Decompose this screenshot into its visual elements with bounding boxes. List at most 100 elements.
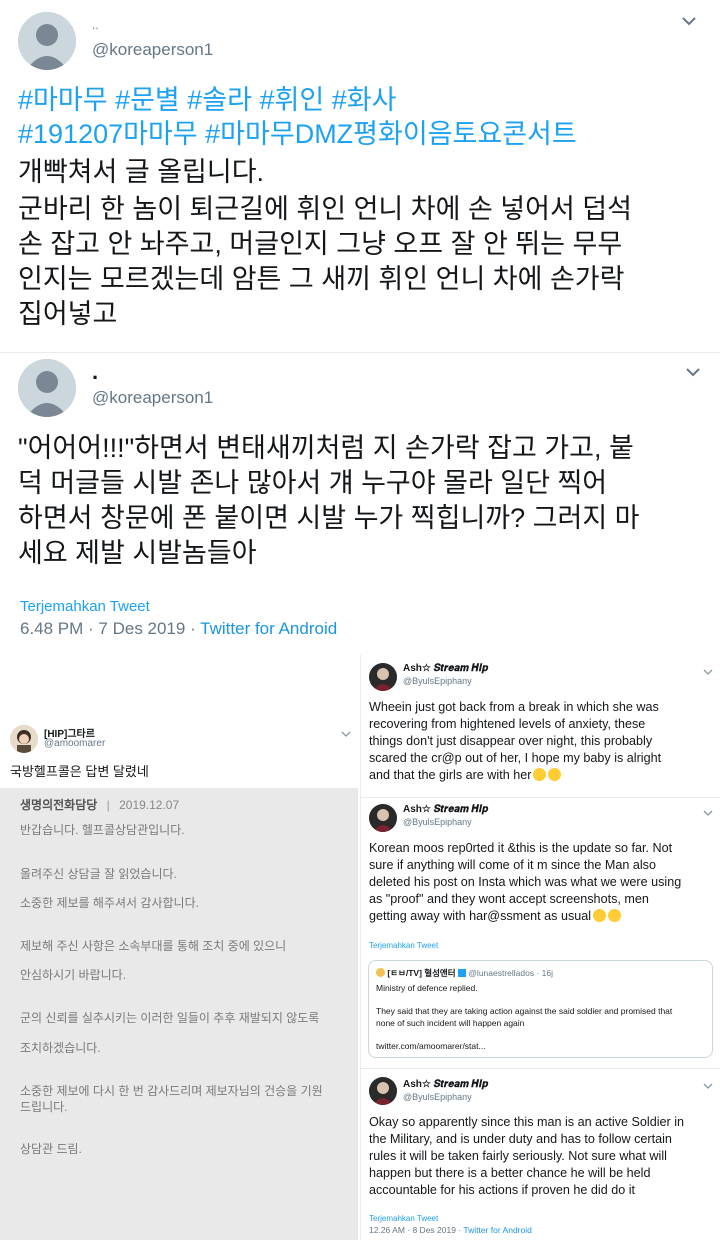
tweet-text-line: scared the cr@p out of her, I hope my ba… <box>369 751 662 765</box>
display-name[interactable]: .. <box>92 18 99 32</box>
tweet-text-line: happen but there is a better chance he w… <box>369 1166 651 1180</box>
chevron-down-icon[interactable] <box>703 663 713 681</box>
reply-line: 조치하겠습니다. <box>20 1041 101 1055</box>
tweet-text-line: 개빡쳐서 글 올립니다. <box>18 157 265 187</box>
translate-link[interactable]: Terjemahkan Tweet <box>369 1214 438 1223</box>
tweet-text-line: "어어어!!!"하면서 변태새끼처럼 지 손가락 잡고 가고, 붙 <box>18 433 634 463</box>
reply-line: 올려주신 상담글 잘 읽었습니다. <box>20 867 177 881</box>
reply-line: 제보해 주신 사항은 소속부대를 통해 조치 중에 있으니 <box>20 939 287 953</box>
tweet-text-line: 집어넣고 <box>18 299 118 329</box>
reply-line: 드립니다. <box>20 1100 68 1114</box>
chevron-down-icon[interactable] <box>341 725 351 743</box>
tweet-text-line: sure if anything will come of it m since… <box>369 858 656 872</box>
client-link[interactable]: Twitter for Android <box>463 1225 532 1235</box>
right-tweet-3: Ash☆ 𝑺𝒕𝒓𝒆𝒂𝒎 𝑯𝒊𝒑 @ByulsEpiphany Okay so a… <box>361 1069 720 1240</box>
quoted-name: [ㅌㅂ/TV] 혈성앤터 <box>387 968 456 978</box>
reply-line: 군의 신뢰를 실추시키는 이러한 일들이 추후 재발되지 않도록 <box>20 1011 320 1025</box>
handle[interactable]: @ByulsEpiphany <box>403 817 472 827</box>
tweet-text-line: 세요 제발 시발놈들아 <box>18 538 257 568</box>
chevron-down-icon[interactable] <box>684 365 702 384</box>
tweet-text-line: deleted his post on Insta which was what… <box>369 875 682 889</box>
right-tweet-1: Ash☆ 𝑺𝒕𝒓𝒆𝒂𝒎 𝑯𝒊𝒑 @ByulsEpiphany Wheein ju… <box>361 657 720 797</box>
avatar[interactable] <box>369 1077 397 1105</box>
tweet-text: and that the girls are with her <box>369 768 532 782</box>
hashtag-link[interactable]: #휘인 <box>260 85 325 115</box>
upside-down-face-icon <box>593 909 607 922</box>
tweet-2: . @koreaperson1 "어어어!!!"하면서 변태새끼처럼 지 손가락… <box>0 353 720 653</box>
tweet-text-line: as "proof" and they wont accept screensh… <box>369 892 649 906</box>
tweet-text-line: 덕 머글들 시발 존나 많아서 걔 누구야 몰라 일단 찍어 <box>18 468 608 498</box>
reply-line: 소중한 제보를 해주셔서 감사합니다. <box>20 896 199 910</box>
avatar[interactable] <box>369 663 397 691</box>
hashtag-link[interactable]: #191207마마무 <box>18 119 198 149</box>
handle[interactable]: @koreaperson1 <box>92 40 213 60</box>
tweet-text-line: the Military, and is under duty and has … <box>369 1132 672 1146</box>
quoted-tweet[interactable]: [ㅌㅂ/TV] 혈성앤터 @lunaestrellados · 16j Mini… <box>368 960 713 1058</box>
handle[interactable]: @koreaperson1 <box>92 388 213 408</box>
verified-icon <box>457 969 466 977</box>
tweet-text-line: 군바리 한 놈이 퇴근길에 휘인 언니 차에 손 넣어서 덥석 <box>18 194 632 224</box>
tweet-text: 국방헬프콜은 답변 달렸네 <box>10 764 149 779</box>
reply-sender: 생명의전화담당 <box>20 798 98 812</box>
tweet-text-line: 인지는 모르겠는데 암튼 그 새끼 휘인 언니 차에 손가락 <box>18 264 625 294</box>
hashtag-link[interactable]: #마마무 <box>18 85 108 115</box>
avatar[interactable] <box>18 359 76 417</box>
emoji-icon <box>376 968 385 977</box>
tweet-text-line: getting away with har@ssment as usual <box>369 908 622 925</box>
translate-link[interactable]: Terjemahkan Tweet <box>20 598 150 615</box>
quoted-link[interactable]: twitter.com/amoomarer/stat... <box>376 1041 486 1051</box>
display-name[interactable]: . <box>92 359 98 385</box>
reply-date: 2019.12.07 <box>119 798 180 812</box>
hashtag-link[interactable]: #문별 <box>115 85 180 115</box>
tweet-1: .. @koreaperson1 #마마무 #문별 #솔라 #휘인 #화사 #1… <box>0 0 720 352</box>
tweet-text-line: Okay so apparently since this man is an … <box>369 1115 684 1129</box>
timestamp[interactable]: 6.48 PM · 7 Des 2019 · <box>20 619 200 638</box>
reply-line: 상담관 드림. <box>20 1142 82 1156</box>
hashtag-link[interactable]: #화사 <box>332 85 397 115</box>
crying-emoji-icon <box>548 768 562 781</box>
tweet-text-line: rules it will be taken fairly seriously.… <box>369 1149 667 1163</box>
handle[interactable]: @ByulsEpiphany <box>403 1092 472 1102</box>
reply-line: 소중한 제보에 다시 한 번 감사드리며 제보자님의 건승을 기원 <box>20 1084 323 1098</box>
crying-emoji-icon <box>533 768 547 781</box>
hashtag-line-1: #마마무 #문별 #솔라 #휘인 #화사 <box>18 83 396 117</box>
handle[interactable]: @amoomarer <box>44 738 105 749</box>
chevron-down-icon[interactable] <box>703 804 713 822</box>
chevron-down-icon[interactable] <box>680 14 698 33</box>
tweet-meta: 12.26 AM · 8 Des 2019 · Twitter for Andr… <box>369 1225 532 1235</box>
tweet-text-line: accountable for his actions if proven he… <box>369 1183 636 1197</box>
avatar[interactable] <box>10 725 38 753</box>
reply-line: 반갑습니다. 헬프콜상담관입니다. <box>20 823 185 837</box>
reply-line: 안심하시기 바랍니다. <box>20 968 127 982</box>
avatar[interactable] <box>18 12 76 70</box>
tweet-text-line: Wheein just got back from a break in whi… <box>369 700 659 714</box>
display-name[interactable]: Ash☆ 𝑺𝒕𝒓𝒆𝒂𝒎 𝑯𝒊𝒑 <box>403 663 488 674</box>
display-name[interactable]: Ash☆ 𝑺𝒕𝒓𝒆𝒂𝒎 𝑯𝒊𝒑 <box>403 1079 488 1090</box>
helpcall-reply-screenshot: 생명의전화담당 | 2019.12.07 반갑습니다. 헬프콜상담관입니다. 올… <box>0 788 358 1240</box>
tweet-text-line: recovering from hightened levels of anxi… <box>369 717 646 731</box>
tweet-text-line: and that the girls are with her <box>369 767 562 784</box>
upside-down-face-icon <box>608 909 622 922</box>
timestamp[interactable]: 12.26 AM · 8 Des 2019 · <box>369 1225 463 1235</box>
hashtag-line-2: #191207마마무 #마마무DMZ평화이음토요콘서트 <box>18 117 577 151</box>
tweet-meta: 6.48 PM · 7 Des 2019 · Twitter for Andro… <box>20 619 337 639</box>
quoted-header: [ㅌㅂ/TV] 혈성앤터 @lunaestrellados · 16j <box>376 967 553 979</box>
client-link[interactable]: Twitter for Android <box>200 619 337 638</box>
hashtag-link[interactable]: #솔라 <box>187 85 252 115</box>
quoted-line: none of such incident will happen again <box>376 1018 525 1028</box>
handle[interactable]: @ByulsEpiphany <box>403 676 472 686</box>
tweet-text-line: 하면서 창문에 폰 붙이면 시발 누가 찍힙니까? 그러지 마 <box>18 503 640 533</box>
quoted-handle: @lunaestrellados · 16j <box>468 968 553 978</box>
avatar[interactable] <box>369 804 397 832</box>
hashtag-link[interactable]: #마마무DMZ평화이음토요콘서트 <box>205 119 577 149</box>
reply-header: 생명의전화담당 | 2019.12.07 <box>20 798 180 812</box>
quoted-line: Ministry of defence replied. <box>376 983 478 993</box>
tweet-text-line: 손 잡고 안 놔주고, 머글인지 그냥 오프 잘 안 뛰는 무무 <box>18 229 623 259</box>
chevron-down-icon[interactable] <box>703 1077 713 1095</box>
tweet-text-line: things don't just disappear over night, … <box>369 734 653 748</box>
display-name[interactable]: Ash☆ 𝑺𝒕𝒓𝒆𝒂𝒎 𝑯𝒊𝒑 <box>403 804 488 815</box>
tweet-text: getting away with har@ssment as usual <box>369 909 592 923</box>
tweet-text-line: Korean moos rep0rted it &this is the upd… <box>369 841 673 855</box>
quoted-line: They said that they are taking action ag… <box>376 1006 673 1016</box>
translate-link[interactable]: Terjemahkan Tweet <box>369 941 438 950</box>
